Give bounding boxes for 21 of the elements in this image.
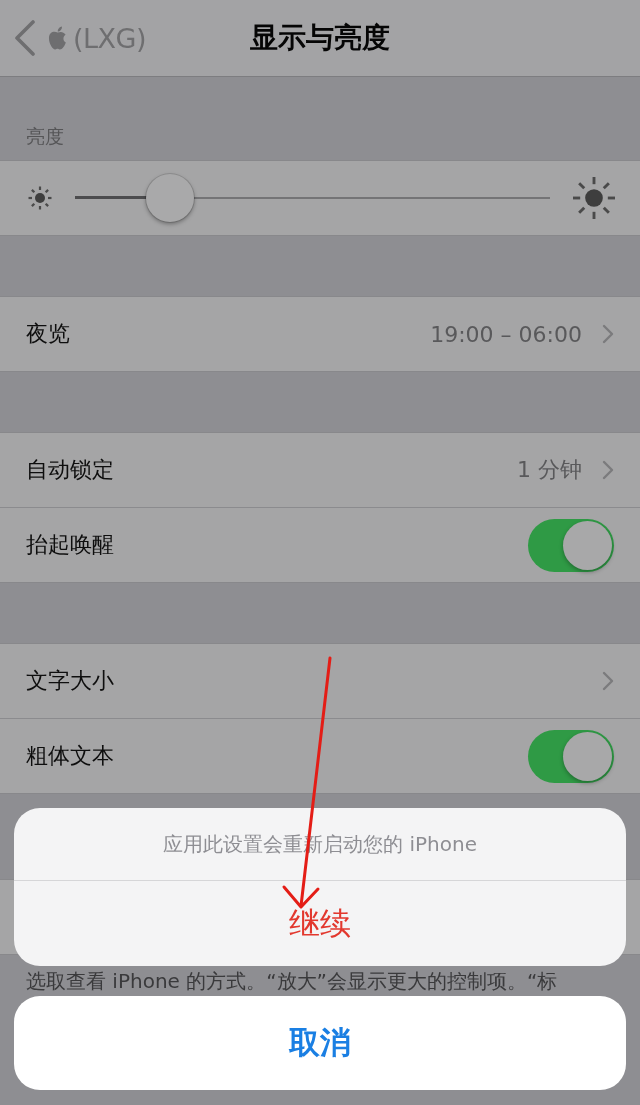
section-header: 亮度 (25, 124, 65, 149)
row-label: 抬起唤醒 (26, 531, 114, 559)
row-label: 文字大小 (26, 667, 114, 695)
slider-track[interactable] (75, 174, 550, 222)
small-sun-icon (28, 186, 52, 210)
back-chevron-icon (14, 20, 36, 56)
toggle-switch[interactable] (528, 518, 614, 572)
row-value: 1 分钟 (517, 456, 582, 484)
slider-thumb[interactable] (146, 174, 194, 222)
large-sun-icon (573, 177, 615, 219)
cancel-button[interactable]: 取消 (14, 996, 626, 1090)
toggle-switch[interactable] (528, 729, 614, 783)
page-title: 显示与亮度 (250, 20, 390, 56)
row-label: 夜览 (26, 320, 70, 348)
apple-icon (48, 26, 67, 50)
chevron-icon (602, 460, 614, 480)
row-label: 自动锁定 (26, 456, 114, 484)
chevron-icon (602, 671, 614, 691)
row-value: 19:00 – 06:00 (430, 321, 582, 347)
chevron-icon (602, 324, 614, 344)
row-label: 粗体文本 (26, 742, 114, 770)
